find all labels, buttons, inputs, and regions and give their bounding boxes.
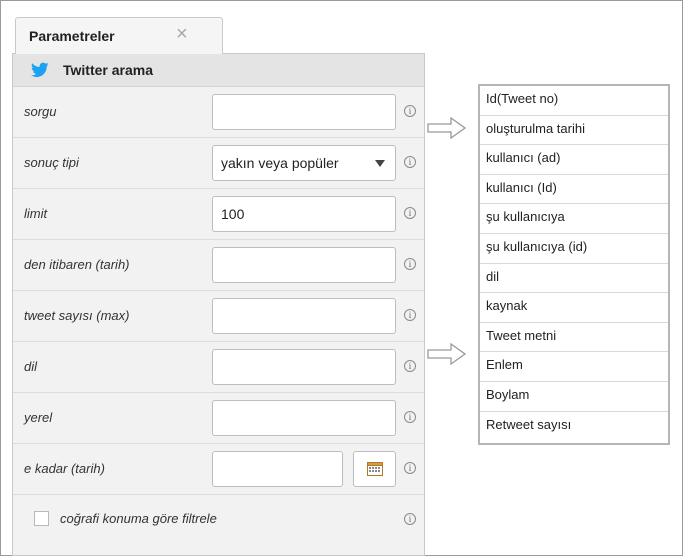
start-date-input[interactable] (212, 247, 396, 283)
field-label: sorgu (24, 104, 57, 119)
row-geo-filter: coğrafi konuma göre filtrele i (13, 494, 424, 545)
field-label: sonuç tipi (24, 155, 79, 170)
end-date-input[interactable] (212, 451, 343, 487)
list-item: kullanıcı (Id) (480, 175, 668, 205)
geo-filter-checkbox[interactable] (34, 511, 49, 526)
field-label: dil (24, 359, 38, 374)
geo-filter-label: coğrafi konuma göre filtrele (60, 511, 217, 526)
field-label: limit (24, 206, 48, 221)
info-icon[interactable]: i (404, 513, 416, 525)
info-icon[interactable]: i (404, 258, 416, 270)
tab-title: Parametreler (29, 28, 115, 44)
calendar-button[interactable] (353, 451, 396, 487)
row-tweet-sayisi: tweet sayısı (max) i (13, 290, 424, 342)
row-limit: limit 100 i (13, 188, 424, 240)
row-dil: dil i (13, 341, 424, 393)
field-label: yerel (24, 410, 53, 425)
row-sonuc-tipi: sonuç tipi yakın veya popüler i (13, 137, 424, 189)
close-icon[interactable]: × (176, 24, 188, 44)
sorgu-input[interactable] (212, 94, 396, 130)
parameters-panel: Parametreler × Twitter arama sorgu i son… (12, 4, 425, 556)
info-icon[interactable]: i (404, 360, 416, 372)
list-item: oluşturulma tarihi (480, 116, 668, 146)
section-title: Twitter arama (63, 62, 153, 78)
row-sorgu: sorgu i (13, 86, 424, 138)
info-icon[interactable]: i (404, 462, 416, 474)
list-item: Boylam (480, 382, 668, 412)
arrow-right-icon (427, 343, 467, 365)
sonuc-tipi-select[interactable]: yakın veya popüler (212, 145, 396, 181)
list-item: dil (480, 264, 668, 294)
list-item: şu kullanıcıya (id) (480, 234, 668, 264)
list-item: Retweet sayısı (486, 416, 572, 432)
list-item: Id(Tweet no) (480, 86, 668, 116)
field-label: e kadar (tarih) (24, 461, 105, 476)
arrow-right-icon (427, 117, 467, 139)
row-den-itibaren: den itibaren (tarih) i (13, 239, 424, 291)
language-input[interactable] (212, 349, 396, 385)
tweet-count-input[interactable] (212, 298, 396, 334)
list-item: Enlem (480, 352, 668, 382)
row-e-kadar: e kadar (tarih) i (13, 443, 424, 495)
output-fields-list: Id(Tweet no) oluşturulma tarihi kullanıc… (478, 84, 670, 445)
section-header: Twitter arama (13, 54, 424, 87)
info-icon[interactable]: i (404, 309, 416, 321)
list-item: kullanıcı (ad) (480, 145, 668, 175)
info-icon[interactable]: i (404, 411, 416, 423)
info-icon[interactable]: i (404, 156, 416, 168)
chevron-down-icon (375, 160, 385, 167)
field-label: den itibaren (tarih) (24, 257, 130, 272)
locale-input[interactable] (212, 400, 396, 436)
list-item: kaynak (480, 293, 668, 323)
info-icon[interactable]: i (404, 105, 416, 117)
row-yerel: yerel i (13, 392, 424, 444)
limit-input[interactable]: 100 (212, 196, 396, 232)
panel-body: Twitter arama sorgu i sonuç tipi yakın v… (12, 53, 425, 556)
field-label: tweet sayısı (max) (24, 308, 130, 323)
tab-parametreler[interactable]: Parametreler × (15, 17, 223, 54)
calendar-icon (367, 462, 383, 476)
twitter-bird-icon (31, 62, 49, 77)
info-icon[interactable]: i (404, 207, 416, 219)
list-item: Tweet metni (480, 323, 668, 353)
list-item: şu kullanıcıya (480, 204, 668, 234)
select-value: yakın veya popüler (221, 155, 339, 171)
